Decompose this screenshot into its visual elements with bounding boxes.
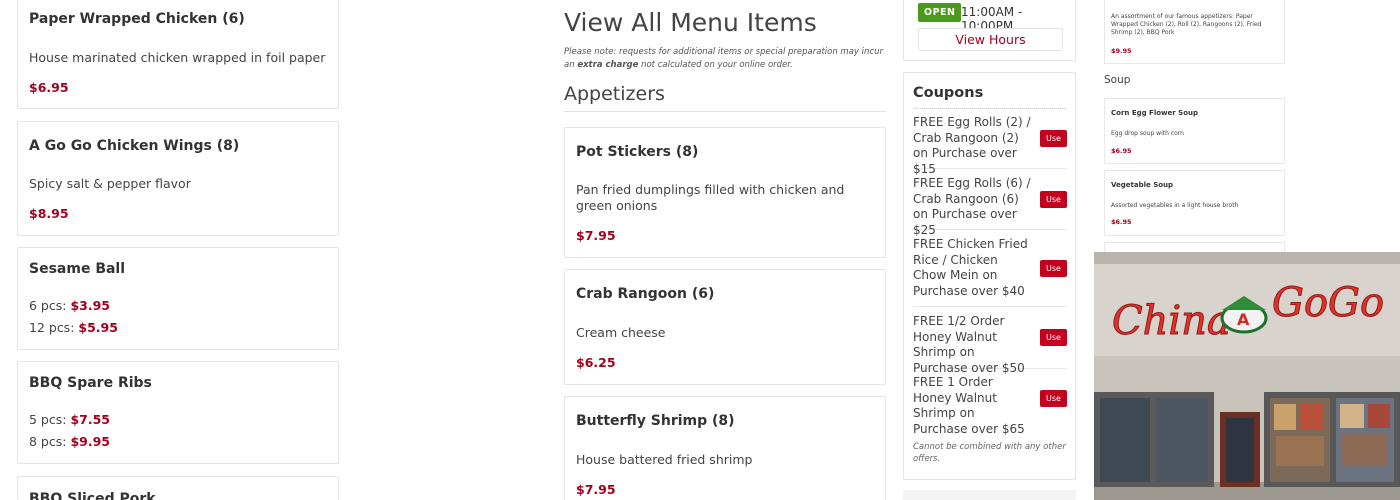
coupon-text: FREE Chicken Fried Rice / Chicken Chow M…	[913, 237, 1028, 298]
menu-item-name: BBQ Sliced Pork	[29, 491, 156, 500]
mini-menu-card: An assortment of our famous appetizers: …	[1104, 0, 1285, 64]
mini-item-description: Egg drop soup with corn	[1111, 130, 1184, 137]
menu-item-name: Sesame Ball	[29, 261, 126, 277]
option-label: 8 pcs:	[29, 434, 67, 449]
menu-item-card[interactable]: BBQ Spare Ribs 5 pcs: $7.55 8 pcs: $9.95	[17, 361, 339, 464]
coupons-panel: Coupons FREE Egg Rolls (2) / Crab Rangoo…	[903, 72, 1076, 480]
menu-item-price: $7.95	[576, 228, 616, 243]
menu-item-description: House marinated chicken wrapped in foil …	[29, 50, 326, 65]
coupon-text: FREE 1 Order Honey Walnut Shrimp on Purc…	[913, 375, 1025, 436]
menu-item-description: Pan fried dumplings filled with chicken …	[576, 182, 845, 213]
coupon-text: FREE 1/2 Order Honey Walnut Shrimp on Pu…	[913, 314, 1025, 375]
mini-item-price: $6.95	[1111, 218, 1132, 226]
mini-item-name: Corn Egg Flower Soup	[1111, 109, 1198, 117]
sign-gogo-text: GoGo	[1272, 280, 1384, 326]
hours-panel: OPEN 11:00AM - 10:00PM View Hours	[903, 0, 1076, 61]
coupon-text: FREE Egg Rolls (2) / Crab Rangoon (2) on…	[913, 115, 1031, 176]
coupons-footnote: Cannot be combined with any other offers…	[913, 442, 1066, 465]
mini-section-title: Soup	[1104, 74, 1131, 86]
menu-item-option: 12 pcs: $5.95	[29, 320, 118, 335]
option-price: $3.95	[70, 298, 110, 313]
option-price: $9.95	[70, 434, 110, 449]
option-label: 12 pcs:	[29, 320, 75, 335]
coupon-item: FREE 1/2 Order Honey Walnut Shrimp on Pu…	[913, 314, 1067, 375]
option-price: $5.95	[78, 320, 118, 335]
storefront-illustration: China A GoGo	[1094, 252, 1400, 500]
menu-item-name: Paper Wrapped Chicken (6)	[29, 11, 245, 27]
menu-item-card[interactable]: Crab Rangoon (6) Cream cheese $6.25	[564, 269, 886, 385]
sign-a-text: A	[1237, 310, 1250, 329]
use-coupon-button[interactable]: Use	[1040, 390, 1067, 407]
option-price: $7.55	[70, 412, 110, 427]
use-coupon-button[interactable]: Use	[1040, 130, 1067, 147]
coupon-text: FREE Egg Rolls (6) / Crab Rangoon (6) on…	[913, 176, 1031, 237]
menu-item-price: $6.95	[29, 80, 69, 95]
mini-item-price: $6.95	[1111, 147, 1132, 155]
storefront-photo: China A GoGo	[1094, 252, 1400, 500]
coupon-item: FREE Egg Rolls (6) / Crab Rangoon (6) on…	[913, 176, 1067, 237]
menu-item-card[interactable]: Paper Wrapped Chicken (6) House marinate…	[17, 0, 339, 109]
next-panel-edge	[903, 490, 1076, 500]
menu-item-option: 5 pcs: $7.55	[29, 412, 110, 427]
use-coupon-button[interactable]: Use	[1040, 260, 1067, 277]
menu-item-description: Cream cheese	[576, 325, 666, 340]
note-bold: extra charge	[577, 59, 639, 70]
option-label: 6 pcs:	[29, 298, 67, 313]
menu-item-option: 8 pcs: $9.95	[29, 434, 110, 449]
menu-item-price: $8.95	[29, 206, 69, 221]
mini-item-price: $9.95	[1111, 47, 1132, 55]
mini-menu-card: Corn Egg Flower Soup Egg drop soup with …	[1104, 98, 1285, 164]
mini-menu-card: Vegetable Soup Assorted vegetables in a …	[1104, 170, 1285, 236]
section-title: Appetizers	[564, 83, 665, 105]
menu-item-option: 6 pcs: $3.95	[29, 298, 110, 313]
menu-item-card[interactable]: Pot Stickers (8) Pan fried dumplings fil…	[564, 127, 886, 258]
order-note: Please note: requests for additional ite…	[564, 46, 886, 72]
open-status-badge: OPEN	[918, 3, 962, 22]
menu-item-card[interactable]: BBQ Sliced Pork	[17, 476, 339, 500]
menu-item-card[interactable]: Sesame Ball 6 pcs: $3.95 12 pcs: $5.95	[17, 247, 339, 350]
menu-item-name: BBQ Spare Ribs	[29, 375, 152, 391]
menu-item-price: $6.25	[576, 355, 616, 370]
menu-item-price: $7.95	[576, 482, 616, 497]
mini-item-description: An assortment of our famous appetizers: …	[1111, 13, 1262, 37]
use-coupon-button[interactable]: Use	[1040, 191, 1067, 208]
note-suffix: not calculated on your online order.	[641, 59, 793, 70]
menu-item-name: A Go Go Chicken Wings (8)	[29, 138, 240, 154]
coupons-divider	[913, 108, 1067, 109]
coupon-item: FREE 1 Order Honey Walnut Shrimp on Purc…	[913, 375, 1067, 436]
sign-china-text: China	[1112, 298, 1231, 344]
page-title: View All Menu Items	[564, 8, 817, 37]
menu-item-description: Spicy salt & pepper flavor	[29, 176, 191, 191]
menu-item-card[interactable]: Butterfly Shrimp (8) House battered frie…	[564, 396, 886, 500]
option-label: 5 pcs:	[29, 412, 67, 427]
menu-item-name: Pot Stickers (8)	[576, 144, 699, 160]
menu-item-card[interactable]: A Go Go Chicken Wings (8) Spicy salt & p…	[17, 121, 339, 236]
section-divider	[564, 111, 886, 112]
coupon-item: FREE Egg Rolls (2) / Crab Rangoon (2) on…	[913, 115, 1067, 176]
mini-item-name: Vegetable Soup	[1111, 181, 1174, 189]
menu-item-name: Butterfly Shrimp (8)	[576, 413, 735, 429]
coupon-item: FREE Chicken Fried Rice / Chicken Chow M…	[913, 237, 1067, 307]
menu-item-name: Crab Rangoon (6)	[576, 286, 715, 302]
view-hours-button[interactable]: View Hours	[918, 28, 1063, 51]
mini-item-description: Assorted vegetables in a light house bro…	[1111, 202, 1239, 209]
use-coupon-button[interactable]: Use	[1040, 329, 1067, 346]
menu-item-description: House battered fried shrimp	[576, 452, 753, 467]
coupons-title: Coupons	[913, 85, 984, 101]
